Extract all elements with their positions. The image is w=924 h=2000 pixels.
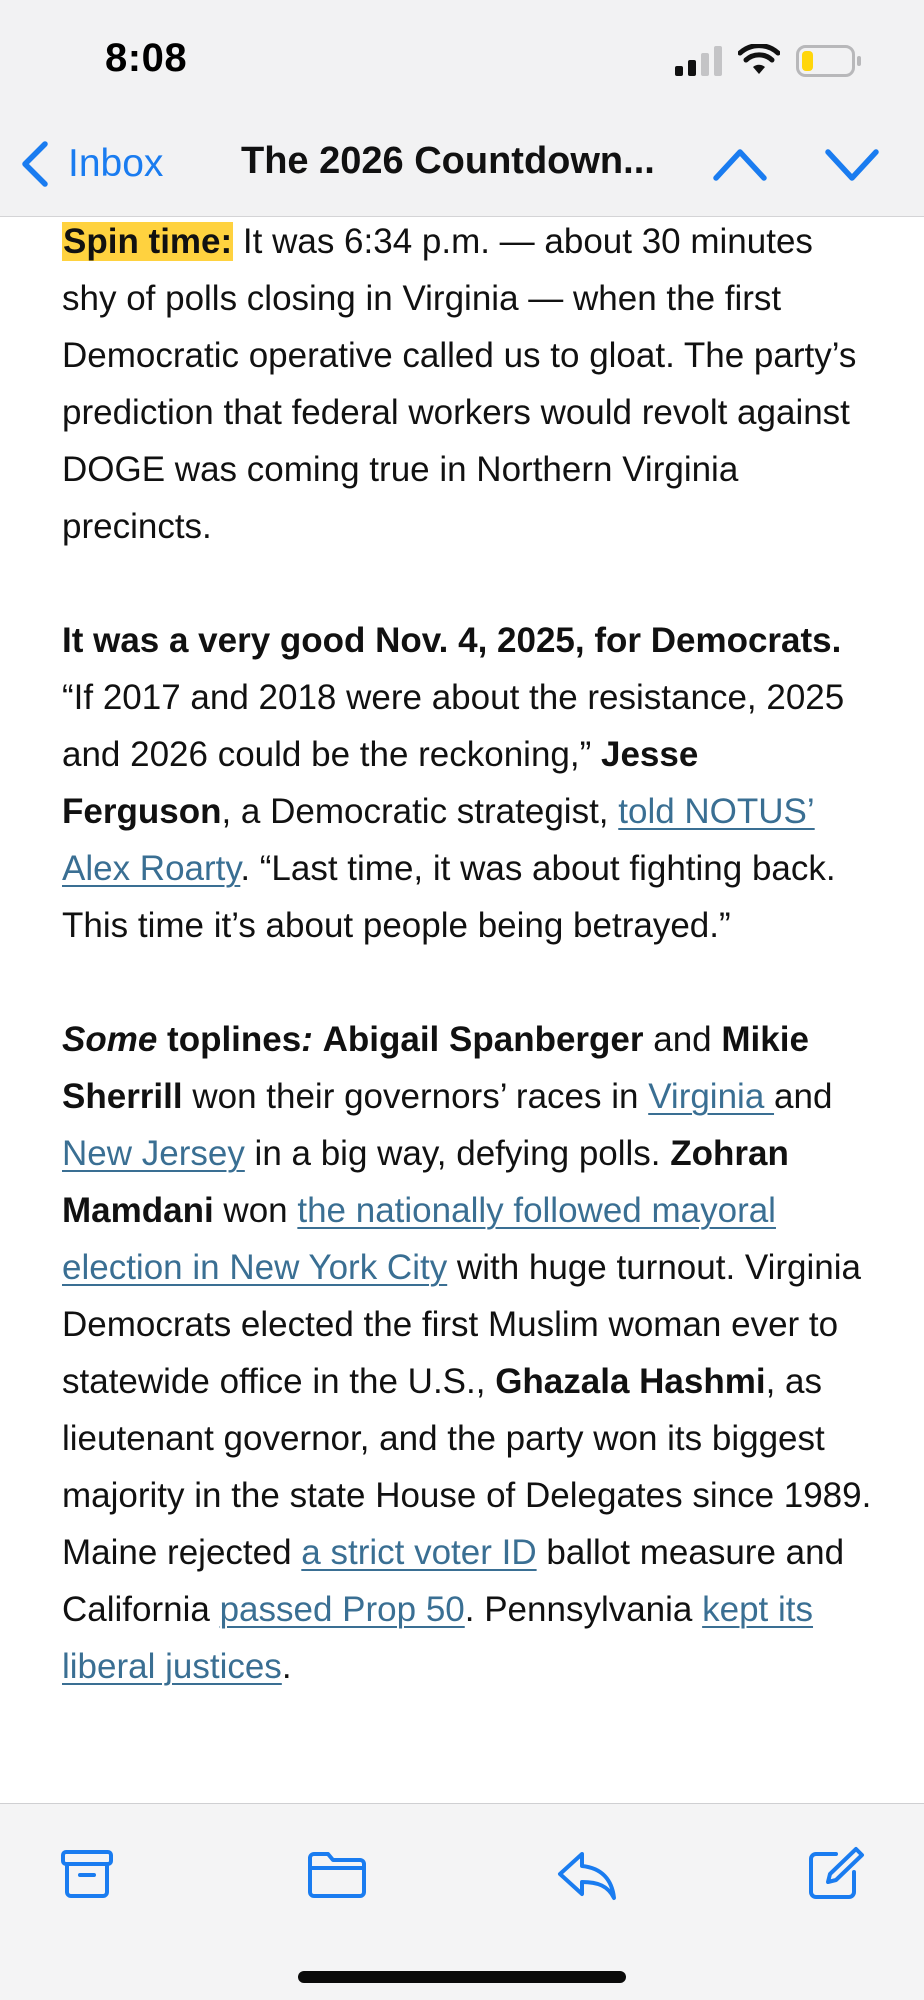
highlighted-label: Spin time:: [62, 222, 234, 261]
bold-lead: It was a very good Nov. 4, 2025, for Dem…: [62, 621, 842, 660]
bold-italic-some: Some: [62, 1020, 158, 1059]
paragraph-text: , a Democratic strategist,: [221, 792, 619, 831]
email-body: Spin time: It was 6:34 p.m. — about 30 m…: [62, 213, 872, 1752]
paragraph-text: and: [774, 1077, 833, 1116]
link-voter-id[interactable]: a strict voter ID: [301, 1533, 536, 1572]
paragraph-text: It was 6:34 p.m. — about 30 minutes shy …: [62, 222, 857, 546]
top-bar: 8:08 Inbox The 2026 Countdown...: [0, 0, 924, 217]
cellular-signal-icon: [675, 46, 722, 76]
paragraph-good-night: It was a very good Nov. 4, 2025, for Dem…: [62, 612, 872, 954]
previous-message-button[interactable]: [712, 138, 768, 190]
reply-icon[interactable]: [556, 1846, 618, 1902]
paragraph-text: in a big way, defying polls.: [244, 1134, 671, 1173]
link-virginia[interactable]: Virginia: [648, 1077, 774, 1116]
wifi-icon: [738, 44, 780, 74]
bottom-toolbar: [0, 1803, 924, 2000]
home-indicator[interactable]: [298, 1971, 626, 1983]
paragraph-text: “If 2017 and 2018 were about the resista…: [62, 678, 845, 774]
paragraph-text: won: [213, 1191, 298, 1230]
link-prop-50[interactable]: passed Prop 50: [220, 1590, 465, 1629]
paragraph-text: .: [281, 1647, 292, 1686]
chevron-left-icon: [22, 141, 48, 187]
bold-italic-colon: :: [301, 1020, 313, 1059]
paragraph-text: and: [643, 1020, 722, 1059]
back-button-label: Inbox: [68, 142, 164, 185]
paragraph-toplines: Some toplines: Abigail Spanberger and Mi…: [62, 1011, 872, 1695]
back-to-inbox-button[interactable]: Inbox: [18, 138, 163, 190]
folder-icon[interactable]: [306, 1846, 368, 1902]
paragraph-text: . Pennsylvania: [464, 1590, 703, 1629]
person-name: Abigail Spanberger: [322, 1020, 644, 1059]
paragraph-text: [313, 1020, 323, 1059]
next-message-button[interactable]: [824, 138, 880, 190]
link-new-jersey[interactable]: New Jersey: [62, 1134, 245, 1173]
person-name: Ghazala Hashmi: [495, 1362, 766, 1401]
status-time: 8:08: [105, 36, 188, 80]
email-subject-title: The 2026 Countdown...: [241, 140, 655, 182]
paragraph-spin-time: Spin time: It was 6:34 p.m. — about 30 m…: [62, 213, 872, 555]
paragraph-text: won their governors’ races in: [182, 1077, 649, 1116]
bold-toplines: toplines: [157, 1020, 302, 1059]
battery-icon: [796, 45, 861, 77]
archive-icon[interactable]: [56, 1846, 118, 1902]
compose-icon[interactable]: [806, 1846, 868, 1902]
